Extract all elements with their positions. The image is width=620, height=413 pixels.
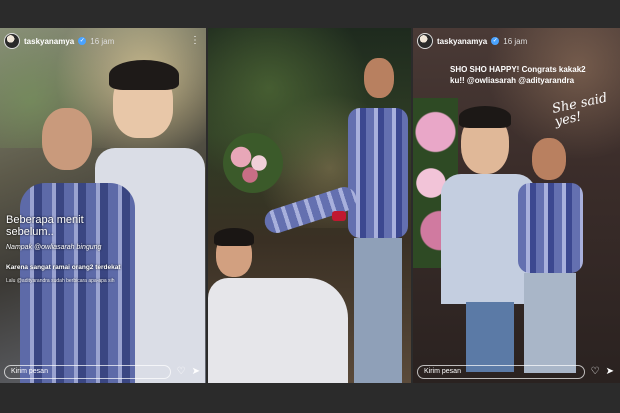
story-panel-1[interactable]: taskyanamya ✓ 16 jam ⋮ Beberapa menit se…	[0, 28, 206, 383]
caption-mention: Nampak @owliasarah bingung	[6, 244, 102, 251]
caption-line-2: ku!! @owliasarah @adityarandra	[450, 76, 575, 85]
ring-box	[332, 211, 346, 221]
timestamp: 16 jam	[503, 36, 528, 46]
verified-icon: ✓	[491, 37, 500, 45]
avatar[interactable]	[4, 33, 20, 49]
verified-icon: ✓	[78, 37, 87, 45]
woman-figure	[518, 132, 583, 383]
more-icon[interactable]: ⋮	[190, 36, 200, 46]
caption-bold: Karena sangat ramai orang2 terdekat	[6, 264, 121, 271]
timestamp: 16 jam	[90, 36, 115, 46]
caption-main: Beberapa menit sebelum..	[6, 214, 84, 238]
username[interactable]: taskyanamya	[437, 37, 487, 46]
caption-line-1: SHO SHO HAPPY! Congrats kakak2	[450, 65, 586, 74]
story-header: taskyanamya ✓ 16 jam ⋮	[4, 32, 200, 50]
heart-icon[interactable]: ♡	[591, 367, 600, 377]
story-footer: Kirim pesan ♡ ➤	[4, 365, 200, 379]
reply-input[interactable]: Kirim pesan	[417, 365, 585, 379]
reply-input[interactable]: Kirim pesan	[4, 365, 171, 379]
caption-small: Lalu @adityarandra sudah berbicara apa-a…	[6, 278, 115, 284]
flower-bouquet	[223, 133, 283, 193]
avatar[interactable]	[417, 33, 433, 49]
story-footer: Kirim pesan ♡ ➤	[417, 365, 614, 379]
story-header: taskyanamya ✓ 16 jam	[417, 32, 614, 50]
username[interactable]: taskyanamya	[24, 37, 74, 46]
send-icon[interactable]: ➤	[192, 367, 200, 377]
heart-icon[interactable]: ♡	[177, 367, 186, 377]
story-panel-2[interactable]	[208, 28, 411, 383]
story-panel-3[interactable]: taskyanamya ✓ 16 jam SHO SHO HAPPY! Cong…	[413, 28, 620, 383]
kneeling-man	[208, 218, 358, 383]
send-icon[interactable]: ➤	[606, 367, 614, 377]
